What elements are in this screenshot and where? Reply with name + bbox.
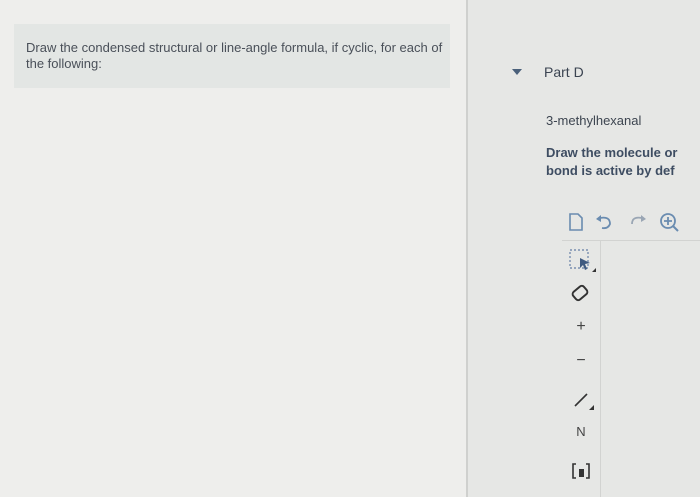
drawing-instructions: Draw the molecule or bond is active by d… xyxy=(546,144,700,180)
instruction-line-2: bond is active by def xyxy=(546,163,675,178)
chain-icon[interactable]: N xyxy=(562,424,600,439)
select-icon[interactable] xyxy=(562,246,600,276)
zoom-in-icon[interactable] xyxy=(658,211,680,233)
drawing-toolbar-top xyxy=(562,204,700,241)
instruction-line-1: Draw the molecule or xyxy=(546,145,678,160)
part-d-toggle[interactable]: Part D xyxy=(512,62,622,82)
eraser-icon[interactable] xyxy=(562,282,600,308)
new-document-icon[interactable] xyxy=(568,213,584,231)
plus-glyph: + xyxy=(576,318,586,335)
minus-icon[interactable]: − xyxy=(562,352,600,370)
caret-down-icon[interactable] xyxy=(512,69,522,75)
chain-glyph: N xyxy=(576,424,586,439)
instruction-text: Draw the condensed structural or line-an… xyxy=(26,40,443,71)
single-bond-icon[interactable] xyxy=(562,388,600,414)
part-label: Part D xyxy=(544,64,584,80)
drawing-toolbar-left: + − N xyxy=(562,240,601,497)
plus-icon[interactable]: + xyxy=(562,318,600,336)
redo-icon[interactable] xyxy=(626,213,648,231)
bracket-icon[interactable] xyxy=(562,460,600,482)
undo-icon[interactable] xyxy=(594,213,616,231)
minus-glyph: − xyxy=(576,352,586,369)
compound-name: 3-methylhexanal xyxy=(546,113,642,128)
